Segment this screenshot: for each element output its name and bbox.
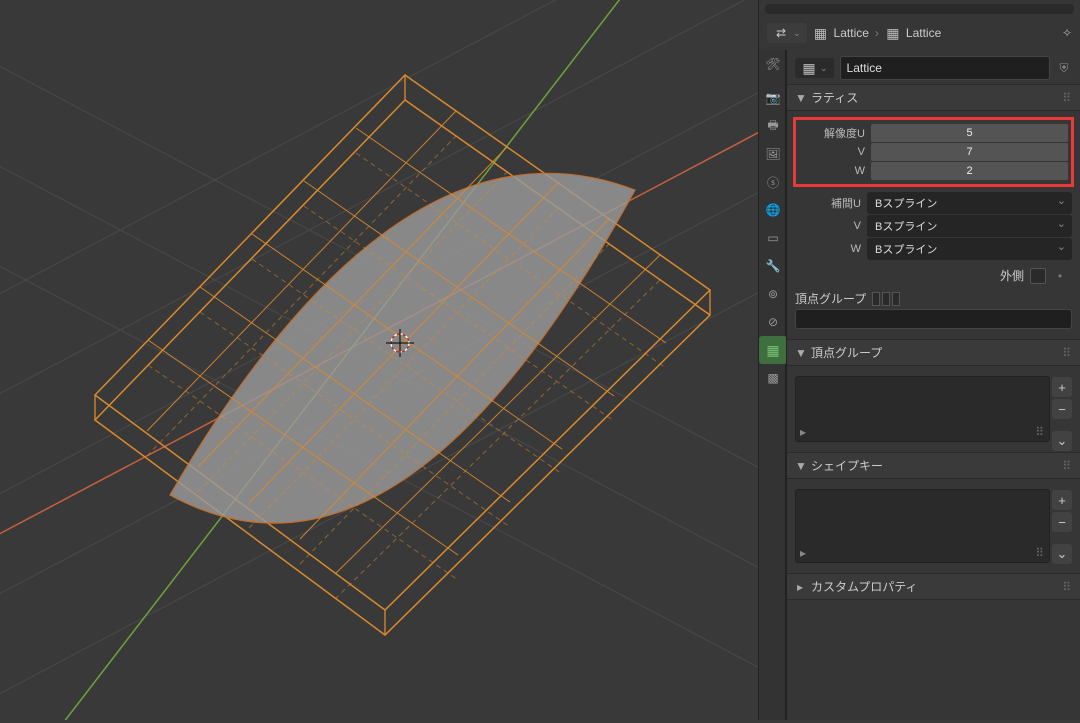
list-remove-button[interactable]: − bbox=[1052, 399, 1072, 419]
decorator-icon[interactable]: • bbox=[1052, 268, 1068, 284]
disclosure-icon: ▼ bbox=[795, 91, 805, 105]
label-res-w: W bbox=[799, 165, 871, 177]
section-custom-header[interactable]: ▸ カスタムプロパティ ⠿ bbox=[787, 573, 1080, 600]
drag-icon: ⠿ bbox=[1062, 91, 1072, 105]
properties-panel: ⌄ ⛨ ▼ ラティス ⠿ 解像度U 5 V 7 W 2 補間U Bスプ bbox=[786, 50, 1080, 720]
tab-constraints[interactable]: ⊘ bbox=[759, 308, 787, 336]
section-shapekey-header[interactable]: ▼ シェイプキー ⠿ bbox=[787, 452, 1080, 479]
breadcrumb-data-label: Lattice bbox=[906, 26, 941, 40]
field-res-w[interactable]: 2 bbox=[871, 162, 1068, 180]
breadcrumb-object[interactable]: Lattice bbox=[813, 25, 869, 41]
list-remove-button[interactable]: − bbox=[1052, 512, 1072, 532]
drag-icon: ⠿ bbox=[1035, 425, 1045, 439]
list-filter-icon[interactable]: ▸ bbox=[800, 425, 806, 439]
drag-icon: ⠿ bbox=[1035, 546, 1045, 560]
datablock-name-input[interactable] bbox=[840, 56, 1050, 80]
field-res-u[interactable]: 5 bbox=[871, 124, 1068, 142]
tab-tool[interactable]: 🛠 bbox=[759, 50, 787, 78]
header-scrollbar[interactable] bbox=[765, 4, 1074, 14]
section-custom-title: カスタムプロパティ bbox=[811, 578, 918, 595]
breadcrumb-sep: › bbox=[875, 26, 879, 40]
datablock-browse[interactable]: ⌄ bbox=[795, 58, 834, 78]
disclosure-icon: ▸ bbox=[795, 580, 805, 594]
fake-user-icon[interactable]: ⛨ bbox=[1056, 60, 1072, 76]
section-vgroup-title: 頂点グループ bbox=[811, 344, 882, 361]
list-add-button[interactable]: + bbox=[1052, 377, 1072, 397]
label-int-u: 補間U bbox=[795, 195, 867, 211]
section-lattice-body: 解像度U 5 V 7 W 2 補間U Bスプライン V Bスプライン W Bスプ… bbox=[787, 111, 1080, 339]
breadcrumb-data[interactable]: Lattice bbox=[885, 25, 941, 41]
datablock-name-row: ⌄ ⛨ bbox=[787, 50, 1080, 84]
drag-icon: ⠿ bbox=[1062, 580, 1072, 594]
label-res-u: 解像度U bbox=[799, 125, 871, 141]
shapekey-list-buttons: + − ⌄ bbox=[1052, 490, 1072, 564]
link-icon: ⇄ bbox=[773, 25, 789, 41]
select-int-v[interactable]: Bスプライン bbox=[867, 215, 1072, 237]
section-vgroup-header[interactable]: ▼ 頂点グループ ⠿ bbox=[787, 339, 1080, 366]
section-lattice-title: ラティス bbox=[811, 89, 858, 106]
viewport-3d[interactable] bbox=[0, 0, 758, 720]
section-vgroup-body: ▸⠿ + − ⌄ bbox=[787, 366, 1080, 452]
label-res-v: V bbox=[799, 146, 871, 158]
tab-output[interactable]: 🖶 bbox=[759, 112, 787, 140]
drag-icon: ⠿ bbox=[1062, 459, 1072, 473]
checkbox-outside[interactable] bbox=[1030, 268, 1046, 284]
properties-header: ⇄⌄ Lattice › Lattice ✧ bbox=[758, 0, 1080, 50]
tab-texture[interactable]: ▩ bbox=[759, 364, 787, 392]
breadcrumb-object-label: Lattice bbox=[834, 26, 869, 40]
lattice-icon bbox=[801, 60, 817, 76]
list-filter-icon[interactable]: ▸ bbox=[800, 546, 806, 560]
tab-physics[interactable]: ⊚ bbox=[759, 280, 787, 308]
field-res-v[interactable]: 7 bbox=[871, 143, 1068, 161]
section-lattice-header[interactable]: ▼ ラティス ⠿ bbox=[787, 84, 1080, 111]
tab-scene[interactable]: ⓢ bbox=[759, 168, 787, 196]
vgroup-field[interactable] bbox=[795, 309, 1072, 329]
disclosure-icon: ▼ bbox=[795, 346, 805, 360]
lattice-icon bbox=[813, 25, 829, 41]
lattice-icon bbox=[885, 25, 901, 41]
list-add-button[interactable]: + bbox=[1052, 490, 1072, 510]
label-outside: 外側 bbox=[1000, 267, 1024, 284]
select-int-u[interactable]: Bスプライン bbox=[867, 192, 1072, 214]
tab-modifiers[interactable]: 🔧 bbox=[759, 252, 787, 280]
breadcrumb: ⇄⌄ Lattice › Lattice ✧ bbox=[759, 16, 1080, 50]
pin-icon[interactable]: ✧ bbox=[1062, 26, 1072, 40]
shapekey-list[interactable]: ▸⠿ bbox=[795, 489, 1050, 563]
properties-tabs: 🛠 📷 🖶 🖼 ⓢ 🌐 ▭ 🔧 ⊚ ⊘ ▩ bbox=[758, 50, 786, 720]
list-specials-button[interactable]: ⌄ bbox=[1052, 544, 1072, 564]
section-shapekey-body: ▸⠿ + − ⌄ bbox=[787, 479, 1080, 573]
tab-viewlayer[interactable]: 🖼 bbox=[759, 140, 787, 168]
resolution-highlight: 解像度U 5 V 7 W 2 bbox=[795, 119, 1072, 185]
tab-object[interactable]: ▭ bbox=[759, 224, 787, 252]
vgroup-selector[interactable] bbox=[872, 292, 900, 306]
section-shapekey-title: シェイプキー bbox=[811, 457, 883, 474]
datablock-selector[interactable]: ⇄⌄ bbox=[767, 23, 807, 43]
label-int-v: V bbox=[795, 220, 867, 232]
vgroup-list[interactable]: ▸⠿ bbox=[795, 376, 1050, 442]
select-int-w[interactable]: Bスプライン bbox=[867, 238, 1072, 260]
list-specials-button[interactable]: ⌄ bbox=[1052, 431, 1072, 451]
vgroup-list-buttons: + − ⌄ bbox=[1052, 377, 1072, 451]
label-int-w: W bbox=[795, 243, 867, 255]
label-vgroup: 頂点グループ bbox=[795, 290, 866, 307]
drag-icon: ⠿ bbox=[1062, 346, 1072, 360]
tab-render[interactable]: 📷 bbox=[759, 84, 787, 112]
disclosure-icon: ▼ bbox=[795, 459, 805, 473]
tab-data[interactable] bbox=[759, 336, 787, 364]
tab-world[interactable]: 🌐 bbox=[759, 196, 787, 224]
